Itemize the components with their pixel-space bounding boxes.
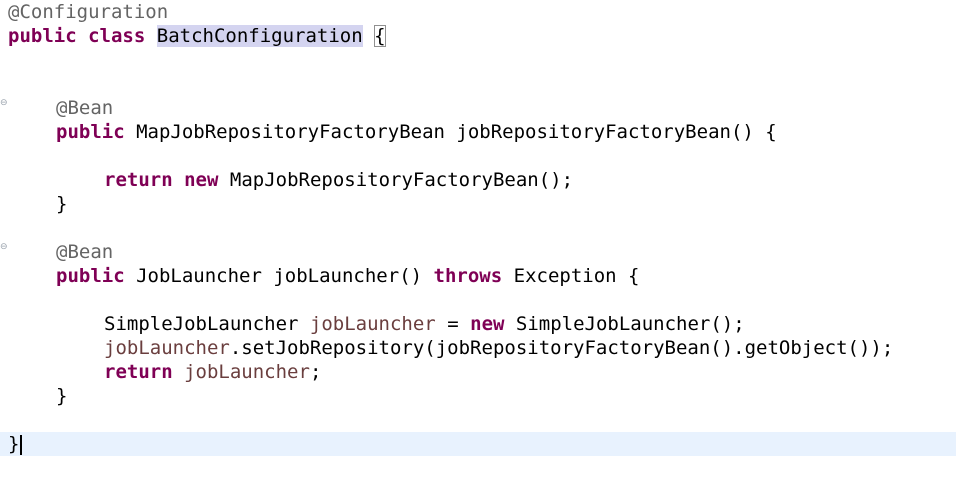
code-line[interactable]: return jobLauncher; (0, 360, 956, 384)
code-text-token: Exception { (513, 265, 640, 287)
code-line[interactable]: public MapJobRepositoryFactoryBean jobRe… (0, 120, 956, 144)
fold-marker-icon[interactable]: ⊖ (0, 243, 8, 252)
annotation-token: @Bean (56, 97, 114, 119)
annotation-token: @Bean (56, 241, 114, 263)
text-caret (20, 434, 23, 455)
code-text-token: MapJobRepositoryFactoryBean(); (229, 169, 574, 191)
fold-marker-icon[interactable]: ⊖ (0, 99, 8, 108)
matching-bracket: { (374, 25, 386, 47)
code-text-token: .setJobRepository(jobRepositoryFactoryBe… (229, 337, 894, 359)
variable-token: jobLauncher (184, 361, 310, 383)
keyword-token: return (104, 361, 173, 383)
code-line[interactable]: public class BatchConfiguration { (0, 24, 956, 48)
code-line[interactable]: ⊖ @Bean (0, 96, 956, 120)
code-line[interactable]: ⊖ @Bean (0, 240, 956, 264)
keyword-token: public (8, 25, 77, 47)
code-line[interactable]: SimpleJobLauncher jobLauncher = new Simp… (0, 312, 956, 336)
brace-token: } (8, 433, 20, 455)
code-line[interactable]: return new MapJobRepositoryFactoryBean()… (0, 168, 956, 192)
code-line[interactable]: @Configuration (0, 0, 956, 24)
code-line[interactable]: jobLauncher.setJobRepository(jobReposito… (0, 336, 956, 360)
code-line[interactable]: public JobLauncher jobLauncher() throws … (0, 264, 956, 288)
type-token: SimpleJobLauncher (104, 313, 299, 335)
signature-token: JobLauncher jobLauncher() (136, 265, 423, 287)
operator-token: = (447, 313, 459, 335)
type-token: MapJobRepositoryFactoryBean (136, 121, 445, 143)
code-text-token: ; (309, 361, 322, 383)
code-text-token: SimpleJobLauncher(); (515, 313, 745, 335)
keyword-token: new (470, 313, 505, 335)
class-name-token: BatchConfiguration (156, 25, 363, 47)
code-line[interactable]: } (0, 192, 956, 216)
brace-token: } (56, 193, 68, 215)
current-code-line[interactable]: } (0, 432, 956, 456)
code-editor[interactable]: @Configuration public class BatchConfigu… (0, 0, 956, 462)
keyword-token: new (184, 169, 219, 191)
keyword-token: throws (433, 265, 503, 287)
brace-token: } (56, 385, 68, 407)
keyword-token: return (104, 169, 173, 191)
keyword-token: class (88, 25, 146, 47)
code-line[interactable]: } (0, 384, 956, 408)
keyword-token: public (56, 265, 125, 287)
method-token: jobRepositoryFactoryBean() { (456, 121, 777, 143)
variable-token: jobLauncher (309, 313, 436, 335)
variable-token: jobLauncher (104, 337, 230, 359)
annotation-token: @Configuration (8, 1, 169, 23)
keyword-token: public (56, 121, 125, 143)
